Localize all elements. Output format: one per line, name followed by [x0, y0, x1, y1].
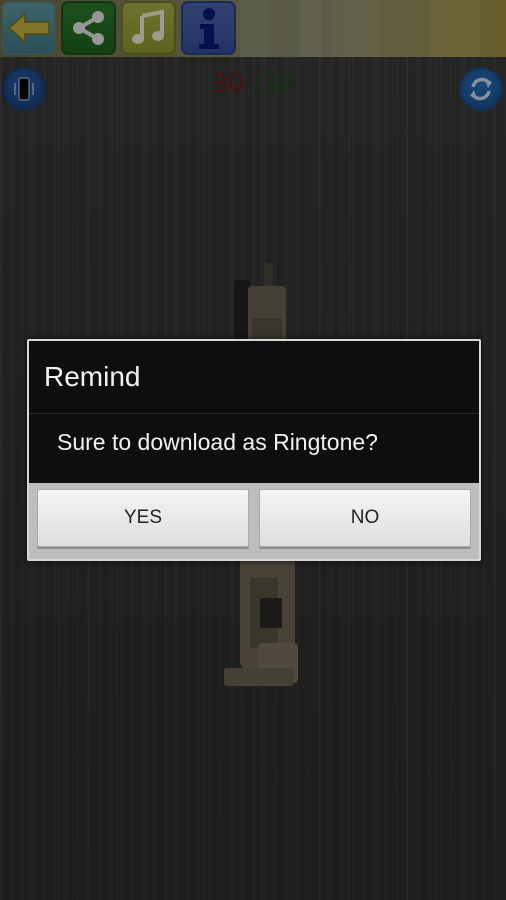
dialog-message: Sure to download as Ringtone?: [57, 429, 378, 455]
dialog-content: Remind Sure to download as Ringtone?: [29, 341, 479, 483]
dialog-divider: [29, 413, 479, 414]
no-button[interactable]: NO: [259, 489, 471, 547]
dialog-title: Remind: [44, 361, 141, 392]
dialog-button-bar: YES NO: [29, 483, 479, 559]
remind-dialog: Remind Sure to download as Ringtone? YES…: [27, 339, 481, 561]
yes-button[interactable]: YES: [37, 489, 249, 547]
